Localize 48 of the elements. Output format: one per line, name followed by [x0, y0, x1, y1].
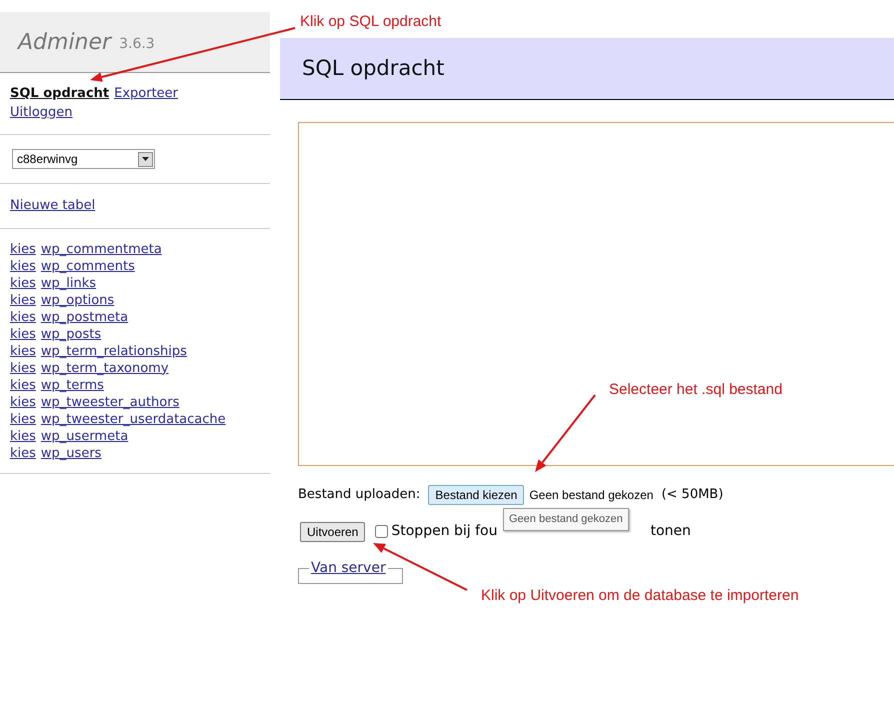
checkbox-label: tonen: [650, 522, 691, 541]
select-link[interactable]: kies: [10, 410, 36, 428]
file-status: Geen bestand gekozen: [529, 487, 654, 504]
select-link[interactable]: kies: [10, 444, 36, 462]
table-link[interactable]: wp_term_relationships: [40, 342, 187, 360]
dropdown-icon: [138, 152, 153, 166]
table-link[interactable]: wp_term_taxonomy: [40, 360, 169, 376]
select-link[interactable]: kies: [10, 292, 36, 308]
select-link[interactable]: kies: [10, 240, 36, 258]
version-text: 3.6.3: [119, 34, 155, 54]
select-link[interactable]: kies: [10, 342, 36, 360]
table-link[interactable]: wp_tweester_authors: [40, 394, 180, 410]
select-link[interactable]: kies: [10, 258, 36, 274]
table-link[interactable]: wp_users: [40, 444, 102, 462]
select-link[interactable]: kies: [10, 394, 36, 410]
checkbox-label: Stoppen bij fou: [391, 522, 498, 541]
database-select[interactable]: c88erwinvg: [12, 149, 155, 169]
nav-link[interactable]: Exporteer: [114, 84, 178, 103]
tooltip: Geen bestand gekozen: [503, 508, 629, 530]
table-link[interactable]: wp_commentmeta: [40, 240, 162, 258]
execute-button[interactable]: Uitvoeren: [300, 522, 366, 542]
server-link[interactable]: Van server: [311, 560, 386, 576]
stop-checkbox[interactable]: [375, 525, 388, 538]
page-title: SQL opdracht: [302, 54, 444, 82]
choose-file-button[interactable]: Bestand kiezen: [428, 485, 524, 505]
nav-link[interactable]: SQL opdracht: [10, 84, 110, 103]
select-link[interactable]: kies: [10, 376, 36, 394]
size-limit: (< 50MB): [661, 486, 724, 504]
select-link[interactable]: kies: [10, 308, 36, 326]
table-link[interactable]: wp_posts: [40, 326, 102, 342]
table-link[interactable]: wp_comments: [40, 258, 135, 274]
app-logo: Adminer: [18, 28, 112, 56]
table-link[interactable]: wp_options: [40, 292, 114, 308]
nav-link[interactable]: Uitloggen: [10, 103, 73, 122]
annotation-text: Klik op SQL opdracht: [300, 12, 442, 32]
annotation-text: Selecteer het .sql bestand: [609, 380, 782, 400]
table-link[interactable]: wp_postmeta: [40, 308, 128, 326]
table-link[interactable]: wp_links: [40, 274, 96, 292]
annotation-text: Klik op Uitvoeren om de database te importeren: [481, 586, 799, 606]
table-link[interactable]: wp_terms: [40, 376, 104, 394]
select-link[interactable]: kies: [10, 360, 36, 376]
new-table-link[interactable]: Nieuwe tabel: [10, 198, 96, 213]
upload-label: Bestand uploaden:: [298, 486, 420, 504]
select-link[interactable]: kies: [10, 274, 36, 292]
select-link[interactable]: kies: [10, 326, 36, 342]
select-link[interactable]: kies: [10, 428, 36, 444]
table-link[interactable]: wp_usermeta: [40, 428, 128, 444]
table-link[interactable]: wp_tweester_userdatacache: [40, 410, 226, 428]
